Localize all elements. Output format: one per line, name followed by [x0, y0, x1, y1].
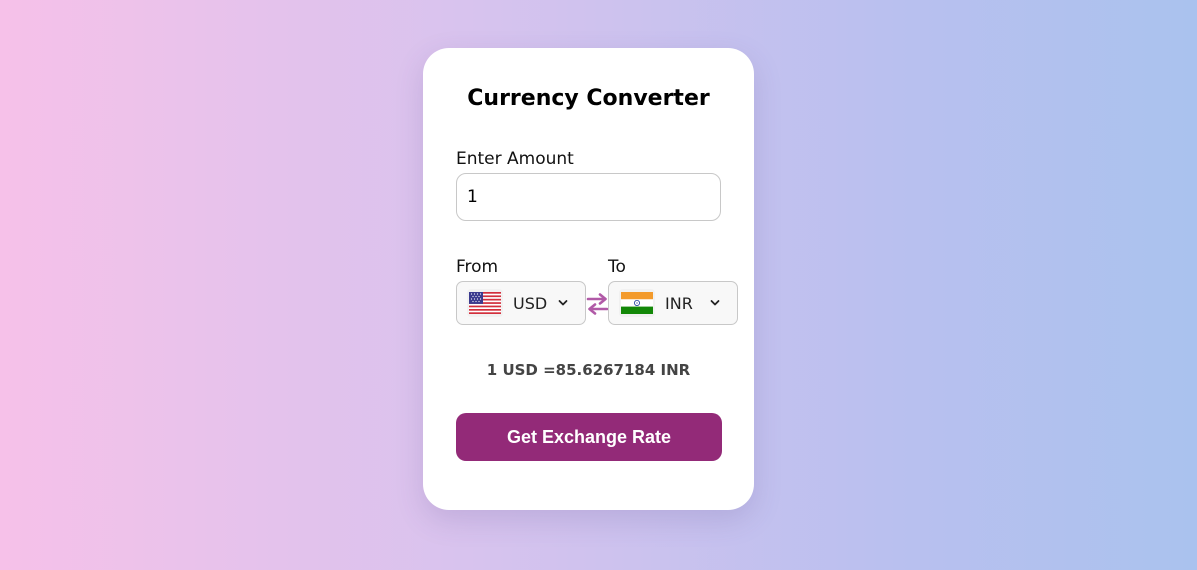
converter-card: Currency Converter Enter Amount From To — [423, 48, 754, 510]
from-currency-select[interactable]: USD — [456, 281, 586, 325]
to-label: To — [608, 257, 626, 277]
from-currency-code: USD — [513, 293, 548, 313]
get-exchange-rate-button[interactable]: Get Exchange Rate — [456, 413, 722, 461]
us-flag-icon — [467, 289, 503, 317]
page-title: Currency Converter — [467, 86, 710, 111]
to-currency-select[interactable]: INR — [608, 281, 738, 325]
from-label: From — [456, 257, 499, 277]
to-currency-code: INR — [665, 293, 693, 313]
amount-input[interactable] — [456, 173, 721, 221]
india-flag-icon — [619, 289, 655, 317]
swap-arrows-icon[interactable] — [585, 291, 610, 316]
chevron-down-icon — [557, 297, 569, 309]
chevron-down-icon — [709, 297, 721, 309]
exchange-rate-result: 1 USD =85.6267184 INR — [486, 361, 691, 379]
amount-label: Enter Amount — [456, 149, 574, 169]
